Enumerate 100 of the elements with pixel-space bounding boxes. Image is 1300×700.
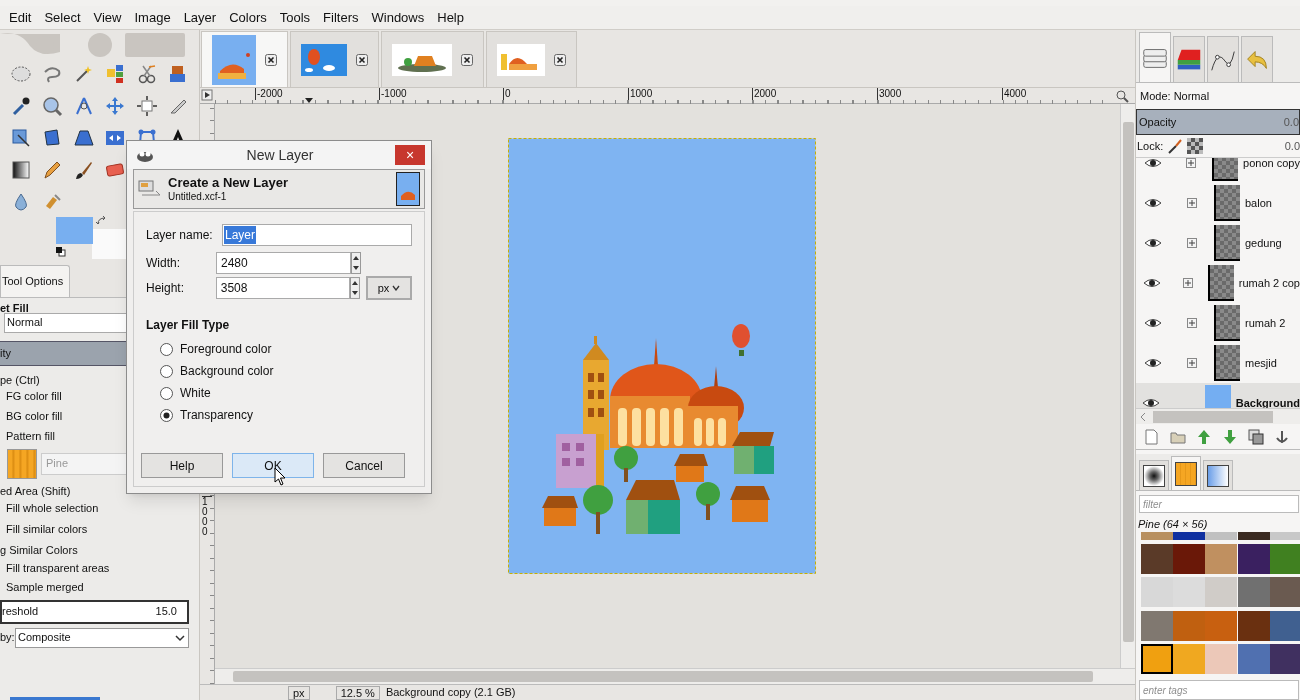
menu-item[interactable]: Layer (183, 7, 217, 28)
layer-row[interactable]: mesjid (1136, 343, 1300, 383)
tool-options-tab[interactable]: Tool Options (0, 265, 71, 297)
ellipse-select-icon[interactable] (9, 63, 32, 85)
dialog-button[interactable]: OK (232, 453, 314, 478)
menu-item[interactable]: Edit (9, 7, 32, 28)
layer-name[interactable]: ponon copy (1243, 158, 1300, 172)
pattern-swatch[interactable] (1237, 610, 1270, 641)
pattern-swatch[interactable] (1141, 610, 1173, 641)
duplicate-icon[interactable] (1248, 428, 1264, 445)
pattern-swatch[interactable] (1269, 577, 1300, 608)
image-tab[interactable] (486, 31, 577, 87)
affected-area-option[interactable]: Fill whole selection (0, 499, 199, 521)
pattern-swatch[interactable] (1205, 610, 1238, 641)
layer-name[interactable]: rumah 2 cop (1238, 274, 1300, 292)
pattern-swatch[interactable] (1269, 610, 1300, 641)
menu-item[interactable]: Tools (279, 7, 311, 28)
vertical-scrollbar[interactable] (1120, 104, 1135, 668)
radio-option[interactable]: Transparency (160, 404, 412, 426)
unit-dropdown[interactable]: px (288, 685, 310, 700)
arrow-down-icon[interactable] (1222, 428, 1238, 445)
layer-row[interactable]: gedung (1136, 223, 1300, 263)
layer-row[interactable]: balon (1136, 183, 1300, 223)
foreground-color-swatch[interactable] (56, 217, 93, 244)
crop-icon[interactable] (9, 127, 32, 149)
dock-tab[interactable] (1139, 460, 1169, 490)
threshold-field[interactable]: reshold 15.0 (0, 599, 189, 624)
number-field[interactable]: 2480 (216, 252, 351, 274)
zoom-icon[interactable] (41, 95, 64, 117)
pattern-swatch[interactable] (1205, 577, 1238, 608)
selected-text: Layer (224, 226, 256, 244)
layer-row[interactable]: rumah 2 (1136, 303, 1300, 343)
pattern-swatch[interactable] (1269, 532, 1300, 540)
checkbox-option[interactable]: Sample merged (0, 578, 199, 598)
horizontal-scrollbar[interactable] (215, 668, 1135, 684)
image-tab[interactable] (381, 31, 484, 87)
layer-name[interactable]: rumah 2 (1245, 314, 1286, 332)
zoom-dropdown[interactable]: 12.5 % (335, 685, 380, 700)
layer-row[interactable]: rumah 2 cop (1136, 263, 1300, 303)
dock-tab[interactable] (1173, 36, 1205, 82)
dialog-button[interactable]: Help (141, 453, 223, 478)
pattern-swatch[interactable] (1237, 577, 1270, 608)
close-icon[interactable] (554, 53, 566, 66)
layer-name-field[interactable]: Layer (222, 224, 412, 246)
menu-item[interactable]: View (93, 7, 122, 28)
close-icon[interactable] (461, 53, 473, 66)
layer-row[interactable]: ponon copy (1136, 158, 1300, 183)
align-icon[interactable] (135, 95, 158, 117)
pattern-swatch[interactable] (1141, 532, 1173, 540)
arrow-up-icon[interactable] (1196, 428, 1212, 445)
checkbox-option[interactable]: Fill transparent areas (0, 559, 199, 579)
pattern-swatch[interactable] (1141, 644, 1173, 675)
menu-item[interactable]: Filters (323, 7, 359, 28)
gradient-icon[interactable] (9, 159, 32, 181)
pattern-swatch[interactable] (1173, 644, 1206, 675)
dock-tab[interactable] (1203, 460, 1233, 490)
opacity-slider[interactable]: Opacity 0.0 (1136, 109, 1300, 135)
layer-name[interactable]: mesjid (1245, 354, 1277, 372)
affected-area-option[interactable]: Fill similar colors (0, 520, 199, 542)
menu-item[interactable]: Windows (371, 7, 425, 28)
scrollbar-thumb[interactable] (1122, 122, 1134, 642)
perspective-icon[interactable] (72, 127, 95, 149)
menu-item[interactable]: Select (44, 7, 81, 28)
pattern-swatch[interactable] (1205, 543, 1238, 574)
close-icon[interactable] (356, 53, 368, 66)
pattern-swatch[interactable] (1237, 644, 1270, 675)
pattern-swatch[interactable] (1173, 532, 1206, 540)
dock-tab[interactable] (1171, 456, 1201, 490)
radio-option[interactable]: White (160, 382, 412, 404)
menu-item[interactable]: Image (134, 7, 171, 28)
unit-dropdown[interactable]: px (366, 276, 412, 300)
sample-by-dropdown[interactable]: Composite (15, 627, 189, 648)
close-icon[interactable] (265, 53, 277, 66)
filter-field[interactable]: filter (1139, 495, 1299, 513)
close-button[interactable]: × (395, 145, 425, 165)
layer-name[interactable]: balon (1245, 194, 1272, 212)
pattern-swatch[interactable] (1237, 532, 1270, 540)
chevron-down-icon (392, 285, 401, 291)
pattern-swatch[interactable] (1269, 644, 1300, 675)
scrollbar-thumb[interactable] (233, 671, 1093, 682)
pattern-swatch[interactable] (1205, 532, 1238, 540)
pattern-swatch[interactable] (1141, 577, 1173, 608)
pattern-swatch[interactable] (1173, 610, 1206, 641)
number-field[interactable]: 3508 (215, 277, 351, 299)
dialog-button[interactable]: Cancel (323, 453, 405, 478)
tags-field[interactable]: enter tags (1139, 680, 1299, 700)
scrollbar-thumb[interactable] (1153, 410, 1273, 423)
pattern-swatch[interactable] (7, 448, 37, 479)
new-page-icon[interactable] (1144, 428, 1160, 445)
horizontal-scrollbar[interactable] (1136, 408, 1300, 424)
field-label: Height: (146, 280, 186, 297)
pattern-swatch[interactable] (1173, 577, 1206, 608)
pattern-swatch[interactable] (1141, 543, 1173, 574)
layer-name[interactable]: gedung (1245, 234, 1282, 252)
pattern-swatch[interactable] (1237, 543, 1270, 574)
pattern-swatch[interactable] (1205, 644, 1238, 675)
menu-item[interactable]: Help (437, 7, 464, 28)
pattern-swatch[interactable] (1269, 543, 1300, 574)
menu-item[interactable]: Colors (229, 7, 267, 28)
pattern-swatch[interactable] (1173, 543, 1206, 574)
